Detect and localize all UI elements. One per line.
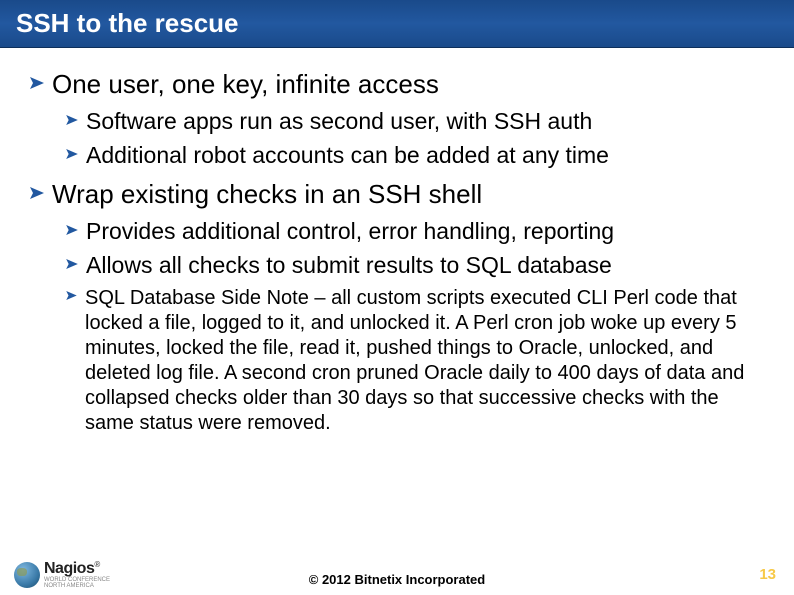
- bullet-text: Allows all checks to submit results to S…: [86, 251, 612, 280]
- arrow-icon: [66, 291, 77, 300]
- logo-name: Nagios: [44, 560, 94, 577]
- bullet-text: Additional robot accounts can be added a…: [86, 141, 609, 170]
- bullet-level2: Software apps run as second user, with S…: [66, 107, 764, 136]
- bullet-level1: One user, one key, infinite access: [30, 68, 764, 101]
- bullet-text: Provides additional control, error handl…: [86, 217, 614, 246]
- logo-subtitle2: North America: [44, 583, 110, 589]
- arrow-icon: [30, 77, 44, 89]
- nagios-logo: Nagios® World Conference North America: [14, 561, 110, 589]
- bullet-level1: Wrap existing checks in an SSH shell: [30, 178, 764, 211]
- arrow-icon: [66, 225, 78, 235]
- copyright-text: © 2012 Bitnetix Incorporated: [309, 572, 485, 587]
- bullet-text: Software apps run as second user, with S…: [86, 107, 592, 136]
- bullet-text: Wrap existing checks in an SSH shell: [52, 178, 482, 211]
- bullet-level2: Allows all checks to submit results to S…: [66, 251, 764, 280]
- arrow-icon: [66, 259, 78, 269]
- title-bar: SSH to the rescue: [0, 0, 794, 48]
- slide-content: One user, one key, infinite access Softw…: [0, 48, 794, 436]
- globe-icon: [14, 562, 40, 588]
- arrow-icon: [66, 149, 78, 159]
- slide-footer: Nagios® World Conference North America ©…: [0, 561, 794, 595]
- slide-title: SSH to the rescue: [16, 8, 239, 39]
- bullet-text: One user, one key, infinite access: [52, 68, 439, 101]
- page-number: 13: [759, 566, 776, 583]
- bullet-level2: Additional robot accounts can be added a…: [66, 141, 764, 170]
- arrow-icon: [66, 115, 78, 125]
- bullet-level2: Provides additional control, error handl…: [66, 217, 764, 246]
- bullet-text: SQL Database Side Note – all custom scri…: [85, 286, 764, 436]
- bullet-level1-note: SQL Database Side Note – all custom scri…: [66, 286, 764, 436]
- registered-icon: ®: [94, 560, 99, 569]
- logo-text: Nagios® World Conference North America: [44, 561, 110, 589]
- arrow-icon: [30, 187, 44, 199]
